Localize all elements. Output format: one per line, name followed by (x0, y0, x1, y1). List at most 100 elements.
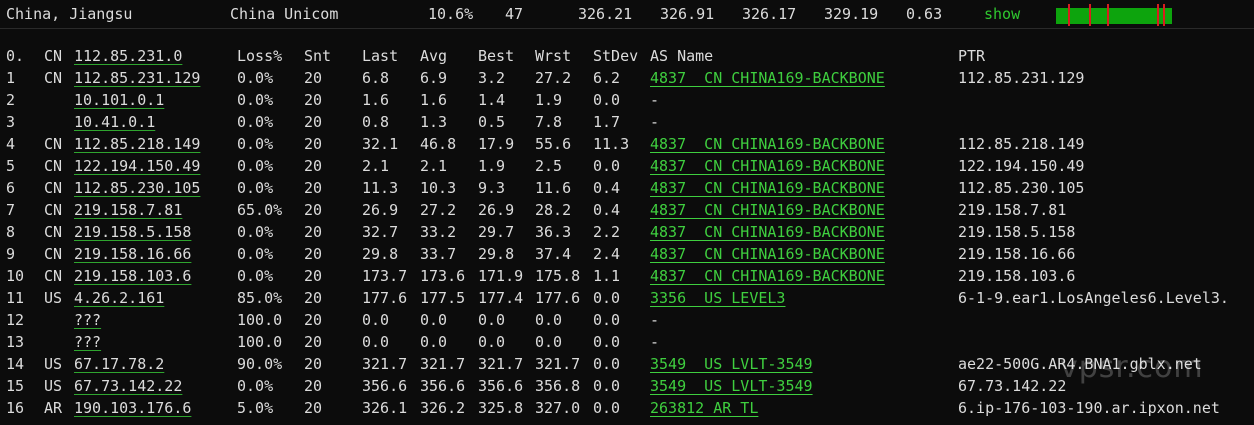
hop-snt: 20 (304, 223, 323, 241)
hop-ip-link[interactable]: 4.26.2.161 (74, 287, 164, 309)
hop-ip-link[interactable]: ??? (74, 309, 101, 331)
hop-last: 32.1 (362, 135, 399, 153)
show-details-link[interactable]: show (984, 4, 1020, 24)
hop-stdev: 2.4 (593, 245, 621, 263)
hop-ip-link[interactable]: 67.73.142.22 (74, 375, 182, 397)
hop-snt: 20 (304, 113, 323, 131)
hop-best: 171.9 (478, 267, 524, 285)
hop-avg: 1.3 (420, 113, 448, 131)
hop-loss: 0.0% (237, 267, 274, 285)
hop-row: 2 10.101.0.1 0.0% 20 1.6 1.6 1.4 1.9 0.0… (0, 89, 1254, 111)
hop-loss: 0.0% (237, 245, 274, 263)
hop-as-link[interactable]: 4837 CN CHINA169-BACKBONE (650, 265, 885, 287)
hop-snt: 20 (304, 355, 323, 373)
hop-wrst: 28.2 (535, 201, 572, 219)
hop-ip-link[interactable]: ??? (74, 331, 101, 353)
header-ptr: PTR (958, 47, 986, 65)
hop-ip-link[interactable]: 10.41.0.1 (74, 111, 155, 133)
hop-row: 9 CN 219.158.16.66 0.0% 20 29.8 33.7 29.… (0, 243, 1254, 265)
header-loss: Loss% (237, 47, 283, 65)
hop-snt: 20 (304, 399, 323, 417)
hop-ip-link[interactable]: 219.158.16.66 (74, 243, 191, 265)
hop-ptr: 219.158.16.66 (958, 245, 1076, 263)
hop-number: 16 (6, 399, 25, 417)
sparkline-base (1056, 8, 1172, 24)
hop-ptr: 122.194.150.49 (958, 157, 1085, 175)
hop-snt: 20 (304, 289, 323, 307)
hop-number: 4 (6, 135, 16, 153)
hop-as-empty: - (650, 311, 660, 329)
hop-last: 326.1 (362, 399, 408, 417)
hop-row: 6 CN 112.85.230.105 0.0% 20 11.3 10.3 9.… (0, 177, 1254, 199)
hop-row: 3 10.41.0.1 0.0% 20 0.8 1.3 0.5 7.8 1.7 … (0, 111, 1254, 133)
hop-avg: 1.6 (420, 91, 448, 109)
hop-loss: 0.0% (237, 91, 274, 109)
header-wrst: Wrst (535, 47, 572, 65)
hop-wrst: 0.0 (535, 311, 563, 329)
hop-ip-link[interactable]: 10.101.0.1 (74, 89, 164, 111)
hop-as-empty: - (650, 113, 660, 131)
hop-snt: 20 (304, 333, 323, 351)
summary-sent: 47 (505, 5, 524, 23)
hop-last: 6.8 (362, 69, 390, 87)
sparkline-loss-spike (1089, 4, 1091, 26)
hop-stdev: 0.0 (593, 377, 621, 395)
hop-ip-link[interactable]: 219.158.103.6 (74, 265, 191, 287)
hop-as-link[interactable]: 3549 US LVLT-3549 (650, 375, 813, 397)
hop-as-link[interactable]: 3356 US LEVEL3 (650, 287, 785, 309)
header-country: CN (44, 47, 63, 65)
hop-snt: 20 (304, 91, 323, 109)
summary-isp: China Unicom (230, 5, 339, 23)
hop-as-link[interactable]: 4837 CN CHINA169-BACKBONE (650, 199, 885, 221)
hop-number: 9 (6, 245, 16, 263)
hop-number: 14 (6, 355, 25, 373)
hop-ptr: 219.158.103.6 (958, 267, 1076, 285)
hop-stdev: 0.0 (593, 91, 621, 109)
summary-avg: 326.91 (660, 5, 715, 23)
hop-snt: 20 (304, 157, 323, 175)
hop-as-link[interactable]: 4837 CN CHINA169-BACKBONE (650, 133, 885, 155)
hop-last: 26.9 (362, 201, 399, 219)
hop-best: 3.2 (478, 69, 506, 87)
hop-wrst: 321.7 (535, 355, 581, 373)
sparkline-loss-spike (1157, 4, 1159, 26)
header-snt: Snt (304, 47, 332, 65)
hop-ip-link[interactable]: 219.158.7.81 (74, 199, 182, 221)
hop-as-link[interactable]: 3549 US LVLT-3549 (650, 353, 813, 375)
hop-country: US (44, 289, 63, 307)
hop-ip-link[interactable]: 112.85.231.129 (74, 67, 200, 89)
header-ip-link[interactable]: 112.85.231.0 (74, 45, 182, 67)
hop-loss: 0.0% (237, 223, 274, 241)
hop-avg: 33.2 (420, 223, 457, 241)
hop-ip-link[interactable]: 122.194.150.49 (74, 155, 200, 177)
hop-as-empty: - (650, 91, 660, 109)
hop-avg: 177.5 (420, 289, 466, 307)
hop-as-link[interactable]: 4837 CN CHINA169-BACKBONE (650, 221, 885, 243)
hop-ip-link[interactable]: 219.158.5.158 (74, 221, 191, 243)
hop-as-link[interactable]: 4837 CN CHINA169-BACKBONE (650, 155, 885, 177)
hop-as-link[interactable]: 4837 CN CHINA169-BACKBONE (650, 177, 885, 199)
hop-number: 11 (6, 289, 25, 307)
hop-snt: 20 (304, 69, 323, 87)
header-hop: 0. (6, 47, 25, 65)
hop-stdev: 0.4 (593, 201, 621, 219)
hop-avg: 0.0 (420, 311, 448, 329)
hop-as-link[interactable]: 4837 CN CHINA169-BACKBONE (650, 243, 885, 265)
hop-last: 1.6 (362, 91, 390, 109)
hop-best: 177.4 (478, 289, 524, 307)
hop-ip-link[interactable]: 112.85.230.105 (74, 177, 200, 199)
hop-stdev: 0.4 (593, 179, 621, 197)
hop-as-link[interactable]: 263812 AR TL (650, 397, 758, 419)
hop-loss: 0.0% (237, 179, 274, 197)
hop-wrst: 175.8 (535, 267, 581, 285)
hop-row: 7 CN 219.158.7.81 65.0% 20 26.9 27.2 26.… (0, 199, 1254, 221)
hop-ip-link[interactable]: 67.17.78.2 (74, 353, 164, 375)
hop-as-link[interactable]: 4837 CN CHINA169-BACKBONE (650, 67, 885, 89)
hop-ip-link[interactable]: 112.85.218.149 (74, 133, 200, 155)
hop-number: 7 (6, 201, 16, 219)
hop-number: 3 (6, 113, 16, 131)
hop-ip-link[interactable]: 190.103.176.6 (74, 397, 191, 419)
hop-best: 356.6 (478, 377, 524, 395)
hop-last: 177.6 (362, 289, 408, 307)
hop-loss: 90.0% (237, 355, 283, 373)
